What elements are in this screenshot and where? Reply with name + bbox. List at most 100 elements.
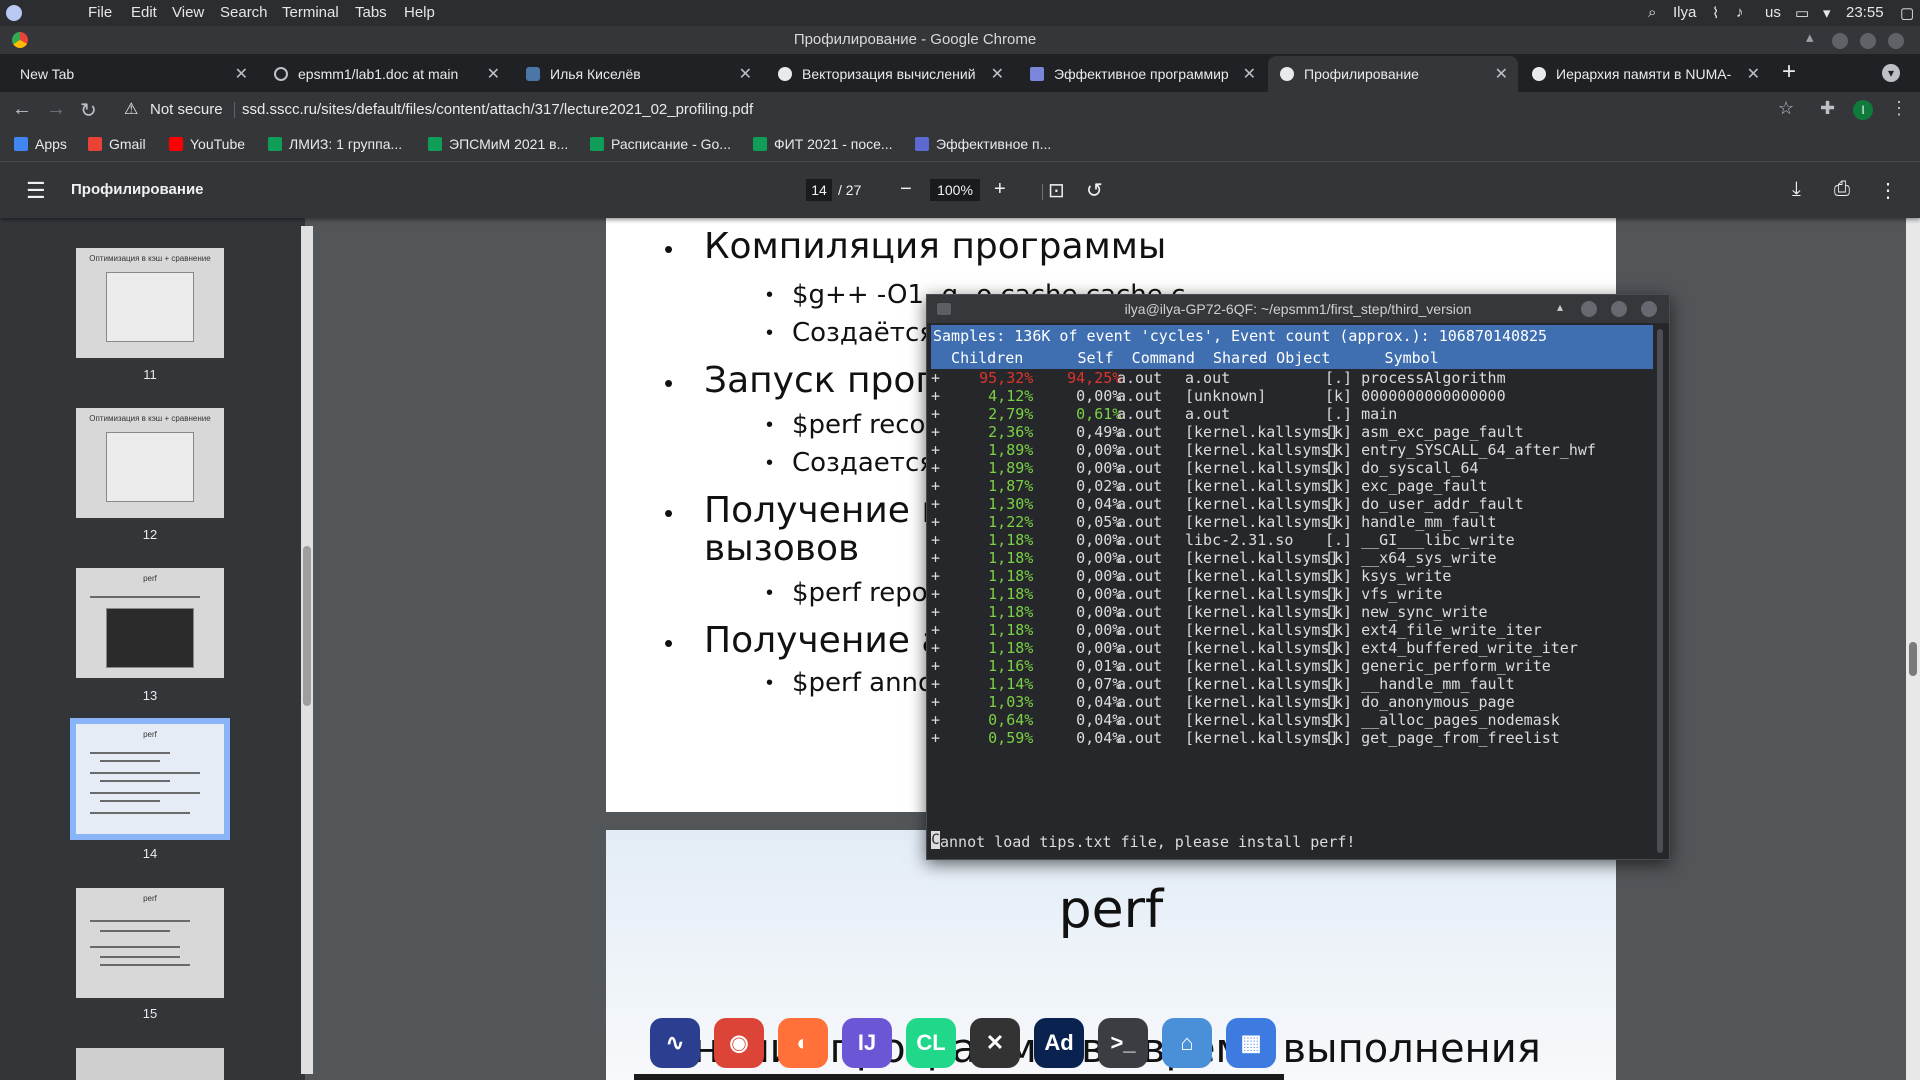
terminal-title-bar[interactable]: ilya@ilya-GP72-6QF: ~/epsmm1/first_step/…	[927, 295, 1669, 323]
tab-vk[interactable]: Илья Киселёв ✕	[514, 56, 762, 92]
thumbnail-scrollbar[interactable]	[301, 226, 313, 1074]
chrome-icon[interactable]: ◉	[714, 1018, 764, 1068]
tab-numa[interactable]: Иерархия памяти в NUMA- ✕	[1520, 56, 1770, 92]
rotate-icon[interactable]: ↺	[1086, 178, 1103, 203]
perf-row[interactable]: + 1,18% 0,00% a.out [kernel.kallsyms] [k] e…	[931, 621, 1653, 639]
expand-toggle[interactable]: +	[931, 621, 940, 639]
close-icon[interactable]: ✕	[739, 64, 752, 84]
expand-toggle[interactable]: +	[931, 711, 940, 729]
perf-row[interactable]: + 1,87% 0,02% a.out [kernel.kallsyms] [k] e…	[931, 477, 1653, 495]
xmind-icon[interactable]: ✕	[970, 1018, 1020, 1068]
print-icon[interactable]: ⎙	[1834, 178, 1850, 201]
perf-row[interactable]: + 1,18% 0,00% a.out [kernel.kallsyms] [k] v…	[931, 585, 1653, 603]
extensions-icon[interactable]: ✚	[1820, 98, 1835, 119]
display-icon[interactable]: ▭	[1795, 4, 1809, 22]
expand-toggle[interactable]: +	[931, 675, 940, 693]
app-grid-icon[interactable]: ▦	[1226, 1018, 1276, 1068]
keyboard-layout[interactable]: us	[1765, 4, 1781, 21]
expand-toggle[interactable]: +	[931, 495, 940, 513]
expand-toggle[interactable]: +	[931, 603, 940, 621]
clock[interactable]: 23:55	[1846, 4, 1884, 21]
url-text[interactable]: ssd.sscc.ru/sites/default/files/content/…	[242, 101, 753, 118]
close-button[interactable]	[1641, 301, 1657, 317]
perf-row[interactable]: + 0,59% 0,04% a.out [kernel.kallsyms] [k] g…	[931, 729, 1653, 747]
perf-row[interactable]: + 1,30% 0,04% a.out [kernel.kallsyms] [k] d…	[931, 495, 1653, 513]
expand-toggle[interactable]: +	[931, 423, 940, 441]
menu-tabs[interactable]: Tabs	[355, 4, 387, 21]
expand-toggle[interactable]: +	[931, 585, 940, 603]
terminal-icon[interactable]: >_	[1098, 1018, 1148, 1068]
perf-row[interactable]: + 1,03% 0,04% a.out [kernel.kallsyms] [k] d…	[931, 693, 1653, 711]
perf-row[interactable]: + 1,14% 0,07% a.out [kernel.kallsyms] [k] _…	[931, 675, 1653, 693]
expand-toggle[interactable]: +	[931, 657, 940, 675]
expand-toggle[interactable]: +	[931, 441, 940, 459]
close-icon[interactable]: ✕	[1495, 64, 1508, 84]
close-icon[interactable]: ✕	[235, 64, 248, 84]
bookmark-gmail[interactable]: Gmail	[88, 136, 146, 152]
files-icon[interactable]: ⌂	[1162, 1018, 1212, 1068]
zoom-in-icon[interactable]: +	[994, 178, 1006, 201]
bookmark-lmiz[interactable]: ЛМИЗ: 1 группа...	[268, 136, 402, 152]
document-scrollbar[interactable]	[1906, 218, 1920, 1080]
thumbnail-page[interactable]	[76, 1048, 224, 1080]
terminal-scrollbar[interactable]	[1657, 329, 1663, 853]
fit-page-icon[interactable]: ⊡	[1048, 178, 1065, 203]
perf-row[interactable]: + 95,32% 94,25% a.out a.out [.] processAlgo…	[931, 369, 1653, 387]
attachment-icon[interactable]: ⌇	[1712, 4, 1719, 22]
page-number-input[interactable]: 14	[806, 179, 832, 201]
profile-avatar[interactable]: I	[1853, 100, 1873, 120]
menu-file[interactable]: File	[88, 4, 112, 21]
adobe-dimension-icon[interactable]: Ad	[1034, 1018, 1084, 1068]
menu-view[interactable]: View	[172, 4, 204, 21]
expand-toggle[interactable]: +	[931, 693, 940, 711]
tab-vectorization[interactable]: Векторизация вычислений ✕	[766, 56, 1014, 92]
search-icon[interactable]: ⌕	[1648, 4, 1656, 21]
window-icon[interactable]: ▢	[1900, 4, 1914, 22]
perf-row[interactable]: + 1,18% 0,00% a.out [kernel.kallsyms] [k] k…	[931, 567, 1653, 585]
expand-toggle[interactable]: +	[931, 531, 940, 549]
bookmark-apps[interactable]: Apps	[14, 136, 67, 152]
thumbnail-page[interactable]: Оптимизация в кэш + сравнение	[76, 408, 224, 518]
expand-toggle[interactable]: +	[931, 729, 940, 747]
perf-row[interactable]: + 2,79% 0,61% a.out a.out [.] main	[931, 405, 1653, 423]
perf-row[interactable]: + 4,12% 0,00% a.out [unknown] [k] 000000000…	[931, 387, 1653, 405]
expand-toggle[interactable]: +	[931, 567, 940, 585]
tab-search-icon[interactable]: ▾	[1882, 64, 1900, 82]
expand-toggle[interactable]: +	[931, 513, 940, 531]
bookmark-star-icon[interactable]: ☆	[1778, 98, 1794, 119]
perf-row[interactable]: + 1,18% 0,00% a.out [kernel.kallsyms] [k] _…	[931, 549, 1653, 567]
forward-icon[interactable]: →	[46, 98, 66, 121]
system-monitor-icon[interactable]: ∿	[650, 1018, 700, 1068]
perf-row[interactable]: + 1,89% 0,00% a.out [kernel.kallsyms] [k] e…	[931, 441, 1653, 459]
tab-effective-programming[interactable]: Эффективное программир ✕	[1018, 56, 1266, 92]
close-icon[interactable]: ✕	[1747, 64, 1760, 84]
maximize-button[interactable]	[1611, 301, 1627, 317]
thumbnail-page-current[interactable]: perf	[70, 718, 230, 840]
user-name[interactable]: Ilya	[1673, 4, 1696, 21]
minimize-button[interactable]	[1581, 301, 1597, 317]
menu-icon[interactable]: ☰	[26, 178, 46, 204]
expand-toggle[interactable]: +	[931, 639, 940, 657]
expand-toggle[interactable]: +	[931, 549, 940, 567]
tab-new-tab[interactable]: New Tab ✕	[8, 56, 258, 92]
back-icon[interactable]: ←	[12, 98, 32, 121]
window-menu-icon[interactable]: ▴	[1806, 28, 1814, 46]
clion-icon[interactable]: CL	[906, 1018, 956, 1068]
firefox-icon[interactable]: ◐	[778, 1018, 828, 1068]
expand-toggle[interactable]: +	[931, 459, 940, 477]
close-icon[interactable]: ✕	[991, 64, 1004, 84]
more-options-icon[interactable]: ⋮	[1878, 178, 1898, 203]
scrollbar-thumb[interactable]	[1909, 642, 1917, 676]
reload-icon[interactable]: ↻	[80, 98, 97, 123]
intellij-icon[interactable]: IJ	[842, 1018, 892, 1068]
menu-search[interactable]: Search	[220, 4, 268, 21]
download-icon[interactable]: ⤓	[1792, 178, 1801, 201]
more-menu-icon[interactable]: ⋮	[1890, 98, 1908, 119]
expand-toggle[interactable]: +	[931, 387, 940, 405]
thumbnail-page[interactable]: perf	[76, 568, 224, 678]
bookmark-effective[interactable]: Эффективное п...	[915, 136, 1051, 152]
terminal-window[interactable]: ilya@ilya-GP72-6QF: ~/epsmm1/first_step/…	[926, 294, 1670, 860]
zoom-input[interactable]: 100%	[930, 179, 980, 201]
system-logo-icon[interactable]	[6, 5, 22, 21]
perf-row[interactable]: + 1,22% 0,05% a.out [kernel.kallsyms] [k] h…	[931, 513, 1653, 531]
